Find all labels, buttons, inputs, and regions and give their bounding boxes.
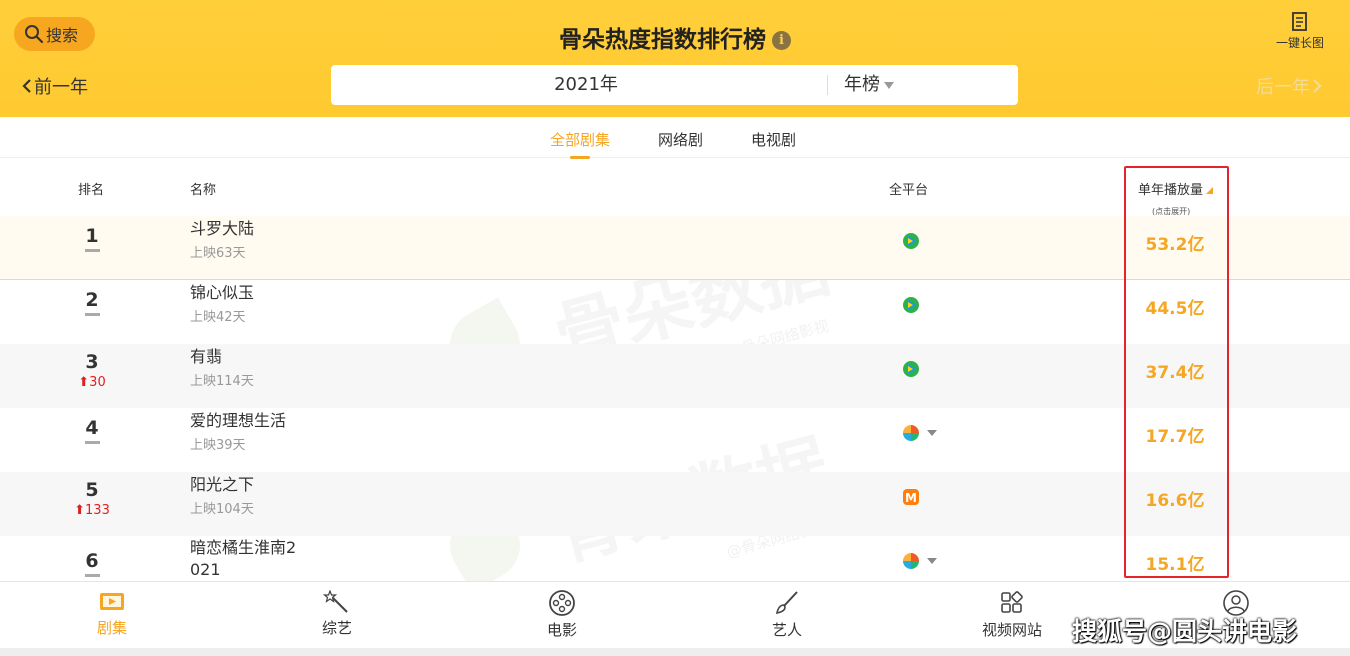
- board-label: 年榜: [844, 74, 880, 95]
- platform-mango-icon[interactable]: M: [901, 487, 921, 511]
- nav-artist[interactable]: 艺人: [747, 590, 827, 640]
- series-name[interactable]: 斗罗大陆: [190, 218, 254, 240]
- column-platform[interactable]: 全平台: [889, 179, 928, 198]
- page-title-wrap: 骨朵热度指数排行榜 i: [0, 20, 1350, 54]
- column-plays[interactable]: 单年播放量: [1138, 179, 1214, 198]
- column-rank: 排名: [78, 183, 105, 198]
- tab-tv-series[interactable]: 电视剧: [751, 129, 796, 150]
- period-selector: 2021年 年榜: [331, 65, 1018, 105]
- series-name[interactable]: 阳光之下: [190, 474, 254, 496]
- tab-web-series[interactable]: 网络剧: [658, 129, 703, 150]
- nav-video-sites-label: 视频网站: [981, 621, 1042, 639]
- rank-steady-mark: [85, 441, 100, 444]
- days-on-air: 上映63天: [190, 246, 246, 261]
- selector-divider: [827, 75, 828, 95]
- grid-icon: [1001, 591, 1023, 613]
- table-row[interactable]: 4 爱的理想生活 上映39天 17.7亿: [0, 408, 1350, 472]
- rank-steady-mark: [85, 313, 100, 316]
- rank-steady-mark: [85, 574, 100, 577]
- rank-number: 1: [85, 225, 99, 247]
- bottom-strip: [0, 648, 1350, 656]
- rank-change-value: 133: [85, 503, 110, 518]
- nav-variety[interactable]: 综艺: [297, 590, 377, 638]
- days-on-air: 上映114天: [190, 374, 254, 389]
- annual-plays: 17.7亿: [1145, 427, 1205, 447]
- prev-year-label: 前一年: [34, 77, 88, 98]
- days-on-air: 上映104天: [190, 502, 254, 517]
- nav-video-sites[interactable]: 视频网站: [972, 590, 1052, 640]
- rank-change: ⬆30: [60, 375, 124, 390]
- rank-change-value: 30: [89, 375, 106, 390]
- annual-plays: 37.4亿: [1145, 363, 1205, 383]
- table-header: 排名 名称 全平台 单年播放量 (点击展开): [0, 158, 1350, 216]
- tv-icon: [100, 593, 124, 610]
- rank-number: 5: [85, 479, 99, 501]
- annual-plays: 53.2亿: [1145, 235, 1205, 255]
- platform-tencent-icon[interactable]: [901, 295, 921, 319]
- tab-all-series[interactable]: 全部剧集: [550, 129, 610, 159]
- chevron-right-icon: [1313, 79, 1322, 93]
- nav-series[interactable]: 剧集: [72, 590, 152, 638]
- info-icon[interactable]: i: [772, 31, 791, 50]
- caret-down-icon: [884, 81, 894, 89]
- nav-artist-label: 艺人: [771, 621, 802, 639]
- bottom-nav: 剧集 综艺 电影 艺人 视频网站 搜狐号@圆头讲电影: [0, 581, 1350, 656]
- series-name[interactable]: 有翡: [190, 346, 222, 368]
- table-row[interactable]: 3 ⬆30 有翡 上映114天 37.4亿: [0, 344, 1350, 408]
- platform-tencent-icon[interactable]: [901, 231, 921, 255]
- rank-change: ⬆133: [60, 503, 124, 518]
- annual-plays: 16.6亿: [1145, 491, 1205, 511]
- series-name[interactable]: 爱的理想生活: [190, 410, 286, 432]
- rank-number: 2: [85, 289, 99, 311]
- table-row[interactable]: 1 斗罗大陆 上映63天 53.2亿: [0, 216, 1350, 280]
- nav-variety-label: 综艺: [321, 619, 352, 637]
- days-on-air: 上映42天: [190, 310, 246, 325]
- credit-watermark: 搜狐号@圆头讲电影: [1072, 617, 1298, 646]
- rank-number: 3: [85, 351, 99, 373]
- board-select[interactable]: 年榜: [844, 65, 894, 105]
- long-image-label: 一键长图: [1275, 36, 1324, 50]
- column-name: 名称: [190, 183, 217, 198]
- rank-steady-mark: [85, 249, 100, 252]
- table-row[interactable]: 2 锦心似玉 上映42天 44.5亿: [0, 280, 1350, 344]
- ranking-list: 1 斗罗大陆 上映63天 53.2亿 2 锦心似玉 上映42天 44.5亿 3 …: [0, 216, 1350, 600]
- header: 搜索 骨朵热度指数排行榜 i 一键长图 前一年 2021年 年榜 后一年: [0, 0, 1350, 117]
- sort-icon[interactable]: [1206, 187, 1214, 194]
- arrow-up-icon: ⬆: [78, 375, 90, 390]
- nav-movie-label: 电影: [546, 621, 577, 639]
- rank-number: 6: [85, 550, 99, 572]
- annual-plays: 15.1亿: [1145, 555, 1205, 575]
- nav-movie[interactable]: 电影: [522, 590, 602, 640]
- annual-plays: 44.5亿: [1145, 299, 1205, 319]
- next-year-label: 后一年: [1256, 77, 1310, 98]
- platform-multi-icon[interactable]: [901, 423, 943, 447]
- film-reel-icon: [549, 590, 575, 616]
- long-image-button[interactable]: 一键长图: [1270, 12, 1330, 51]
- series-name[interactable]: 锦心似玉: [190, 282, 254, 304]
- series-name[interactable]: 暗恋橘生淮南2 021: [190, 537, 320, 581]
- platform-multi-icon[interactable]: [901, 551, 943, 575]
- nav-series-label: 剧集: [96, 619, 127, 637]
- table-row[interactable]: 5 ⬆133 阳光之下 上映104天 M 16.6亿: [0, 472, 1350, 536]
- year-select[interactable]: 2021年: [331, 65, 841, 105]
- document-icon: [1292, 12, 1307, 31]
- brush-icon: [775, 591, 798, 615]
- platform-tencent-icon[interactable]: [901, 359, 921, 383]
- rank-number: 4: [85, 417, 99, 439]
- days-on-air: 上映39天: [190, 438, 246, 453]
- chevron-left-icon: [22, 79, 31, 93]
- next-year-button[interactable]: 后一年: [1256, 73, 1324, 99]
- arrow-up-icon: ⬆: [74, 503, 86, 518]
- prev-year-button[interactable]: 前一年: [20, 73, 88, 99]
- page-title: 骨朵热度指数排行榜: [559, 27, 766, 53]
- category-tabs: 全部剧集 网络剧 电视剧: [0, 117, 1350, 159]
- column-plays-label: 单年播放量: [1138, 183, 1204, 198]
- magic-wand-icon: [323, 590, 348, 613]
- svg-text:M: M: [905, 491, 917, 505]
